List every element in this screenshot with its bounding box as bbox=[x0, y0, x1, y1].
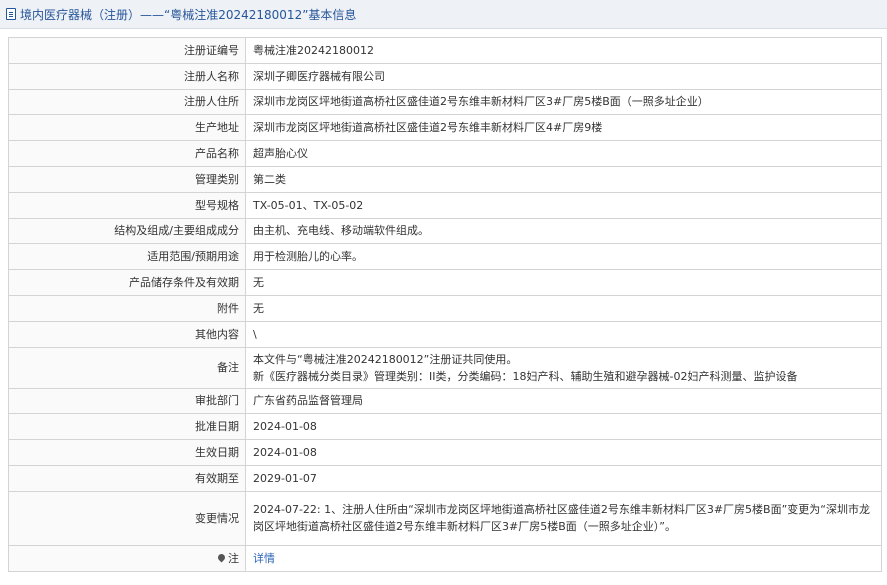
row-label-structure: 结构及组成/主要组成成分 bbox=[8, 217, 246, 245]
table-row: 生效日期 2024-01-08 bbox=[8, 439, 882, 466]
info-table-wrap: 注册证编号 粤械注准20242180012 注册人名称 深圳子卿医疗器械有限公司… bbox=[8, 37, 882, 572]
info-table: 注册证编号 粤械注准20242180012 注册人名称 深圳子卿医疗器械有限公司… bbox=[8, 37, 882, 572]
table-row: 适用范围/预期用途 用于检测胎儿的心率。 bbox=[8, 243, 882, 271]
remark-line-2: 新《医疗器械分类目录》管理类别：II类，分类编码：18妇产科、辅助生殖和避孕器械… bbox=[253, 369, 798, 383]
row-value-remark: 本文件与“粤械注准20242180012”注册证共同使用。 新《医疗器械分类目录… bbox=[245, 346, 882, 389]
table-row: 结构及组成/主要组成成分 由主机、充电线、移动端软件组成。 bbox=[8, 217, 882, 245]
table-row: 注册人名称 深圳子卿医疗器械有限公司 bbox=[8, 62, 882, 90]
table-row: 产品名称 超声胎心仪 bbox=[8, 140, 882, 167]
pin-icon bbox=[216, 552, 227, 563]
table-row: 有效期至 2029-01-07 bbox=[8, 464, 882, 492]
row-value-storage: 无 bbox=[245, 269, 882, 296]
row-value-approval-date: 2024-01-08 bbox=[245, 413, 882, 441]
row-label-change: 变更情况 bbox=[8, 490, 246, 546]
row-label-production-address: 生产地址 bbox=[8, 114, 246, 142]
table-row: 变更情况 2024-07-22: 1、注册人住所由“深圳市龙岗区坪地街道高桥社区… bbox=[8, 490, 882, 546]
row-label-registrant-name: 注册人名称 bbox=[8, 62, 246, 90]
row-value-model-spec: TX-05-01、TX-05-02 bbox=[245, 191, 882, 219]
row-label-approval-dept: 审批部门 bbox=[8, 387, 246, 415]
table-row: 注册证编号 粤械注准20242180012 bbox=[8, 37, 882, 64]
table-row: 审批部门 广东省药品监督管理局 bbox=[8, 387, 882, 415]
row-value-approval-dept: 广东省药品监督管理局 bbox=[245, 387, 882, 415]
row-value-registrant-address: 深圳市龙岗区坪地街道高桥社区盛佳道2号东维丰新材料厂区3#厂房5楼B面（一照多址… bbox=[245, 88, 882, 116]
table-row: 管理类别 第二类 bbox=[8, 165, 882, 193]
table-row: 其他内容 \ bbox=[8, 320, 882, 348]
row-label-attachment: 附件 bbox=[8, 294, 246, 322]
row-label-management-class: 管理类别 bbox=[8, 165, 246, 193]
table-row: 注 详情 bbox=[8, 544, 882, 572]
row-value-product-name: 超声胎心仪 bbox=[245, 140, 882, 167]
table-row: 注册人住所 深圳市龙岗区坪地街道高桥社区盛佳道2号东维丰新材料厂区3#厂房5楼B… bbox=[8, 88, 882, 116]
table-row: 备注 本文件与“粤械注准20242180012”注册证共同使用。 新《医疗器械分… bbox=[8, 346, 882, 389]
table-row: 批准日期 2024-01-08 bbox=[8, 413, 882, 441]
page-header: 境内医疗器械（注册）——“粤械注准20242180012”基本信息 bbox=[0, 0, 887, 29]
row-value-change: 2024-07-22: 1、注册人住所由“深圳市龙岗区坪地街道高桥社区盛佳道2号… bbox=[245, 490, 882, 546]
details-link[interactable]: 详情 bbox=[253, 552, 275, 565]
row-label-product-name: 产品名称 bbox=[8, 140, 246, 167]
row-label-registration-number: 注册证编号 bbox=[8, 37, 246, 64]
row-value-registrant-name: 深圳子卿医疗器械有限公司 bbox=[245, 62, 882, 90]
row-value-note: 详情 bbox=[245, 544, 882, 572]
row-label-registrant-address: 注册人住所 bbox=[8, 88, 246, 116]
remark-line-1: 本文件与“粤械注准20242180012”注册证共同使用。 bbox=[253, 352, 518, 366]
note-label: 注 bbox=[228, 551, 239, 565]
table-row: 附件 无 bbox=[8, 294, 882, 322]
table-row: 产品储存条件及有效期 无 bbox=[8, 269, 882, 296]
row-label-storage: 产品储存条件及有效期 bbox=[8, 269, 246, 296]
table-row: 型号规格 TX-05-01、TX-05-02 bbox=[8, 191, 882, 219]
row-label-effective-date: 生效日期 bbox=[8, 439, 246, 466]
table-row: 生产地址 深圳市龙岗区坪地街道高桥社区盛佳道2号东维丰新材料厂区4#厂房9楼 bbox=[8, 114, 882, 142]
row-value-intended-use: 用于检测胎儿的心率。 bbox=[245, 243, 882, 271]
row-value-production-address: 深圳市龙岗区坪地街道高桥社区盛佳道2号东维丰新材料厂区4#厂房9楼 bbox=[245, 114, 882, 142]
row-value-effective-date: 2024-01-08 bbox=[245, 439, 882, 466]
page-title: 境内医疗器械（注册）——“粤械注准20242180012”基本信息 bbox=[20, 7, 357, 22]
document-icon bbox=[6, 8, 16, 20]
row-label-intended-use: 适用范围/预期用途 bbox=[8, 243, 246, 271]
row-value-registration-number: 粤械注准20242180012 bbox=[245, 37, 882, 64]
row-value-attachment: 无 bbox=[245, 294, 882, 322]
row-value-expiry-date: 2029-01-07 bbox=[245, 464, 882, 492]
row-label-note: 注 bbox=[8, 544, 246, 572]
row-value-management-class: 第二类 bbox=[245, 165, 882, 193]
row-label-model-spec: 型号规格 bbox=[8, 191, 246, 219]
row-label-expiry-date: 有效期至 bbox=[8, 464, 246, 492]
row-value-other: \ bbox=[245, 320, 882, 348]
row-label-approval-date: 批准日期 bbox=[8, 413, 246, 441]
row-value-structure: 由主机、充电线、移动端软件组成。 bbox=[245, 217, 882, 245]
row-label-remark: 备注 bbox=[8, 346, 246, 389]
row-label-other: 其他内容 bbox=[8, 320, 246, 348]
